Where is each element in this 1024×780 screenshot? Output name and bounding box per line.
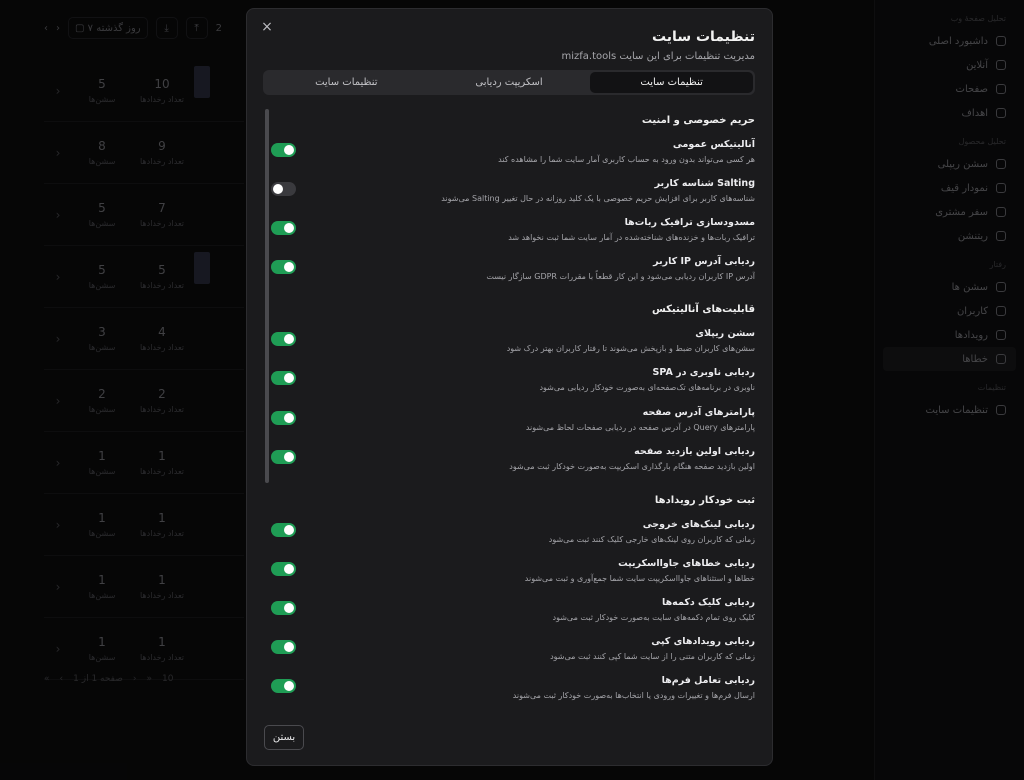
setting-description: اولین بازدید صفحه هنگام بارگذاری اسکریپت… (509, 462, 755, 471)
site-settings-dialog: × تنظیمات سایت مدیریت تنظیمات برای این س… (246, 8, 773, 766)
setting-title: ردیابی اولین بازدید صفحه (634, 446, 755, 457)
setting-row: Salting شناسه کاربر شناسه‌های کاربر برای … (263, 178, 755, 210)
setting-description: سشن‌های کاربران ضبط و بازپخش می‌شوند تا … (506, 344, 755, 353)
toggle-knob (284, 413, 294, 423)
setting-row: ردیابی رویدادهای کپی زمانی که کاربران متن… (263, 636, 755, 668)
toggle-knob (284, 681, 294, 691)
setting-title: ردیابی ناوبری در SPA (652, 367, 755, 378)
section-title: ثبت خودکار رویدادها (654, 495, 755, 506)
setting-title: آنالیتیکس عمومی (672, 139, 755, 150)
setting-row: پارامترهای آدرس صفحه پارامترهای Query در … (263, 407, 755, 439)
toggle-knob (284, 373, 294, 383)
setting-toggle[interactable] (271, 143, 296, 157)
tab-tracking-script[interactable]: اسکریپت ردیابی (428, 72, 591, 93)
setting-description: آدرس IP کاربران ردیابی می‌شود و این کار … (486, 272, 755, 281)
setting-title: مسدودسازی ترافیک ربات‌ها (624, 217, 755, 228)
setting-toggle[interactable] (271, 182, 296, 196)
tab-site-settings[interactable]: تنظیمات سایت (590, 72, 753, 93)
setting-toggle[interactable] (271, 411, 296, 425)
setting-toggle[interactable] (271, 332, 296, 346)
toggle-knob (284, 452, 294, 462)
setting-toggle[interactable] (271, 640, 296, 654)
setting-description: زمانی که کاربران متنی را از سایت شما کپی… (550, 652, 755, 661)
setting-title: پارامترهای آدرس صفحه (642, 407, 755, 418)
setting-description: ناوبری در برنامه‌های تک‌صفحه‌ای به‌صورت … (539, 383, 755, 392)
toggle-knob (284, 145, 294, 155)
setting-toggle[interactable] (271, 679, 296, 693)
setting-description: کلیک روی تمام دکمه‌های سایت به‌صورت خودک… (552, 613, 755, 622)
setting-description: پارامترهای Query در آدرس صفحه در ردیابی … (525, 423, 755, 432)
setting-description: ارسال فرم‌ها و تغییرات ورودی یا انتخاب‌ه… (512, 691, 755, 700)
setting-toggle[interactable] (271, 260, 296, 274)
setting-row: ردیابی تعامل فرم‌ها ارسال فرم‌ها و تغییرا… (263, 675, 755, 705)
setting-title: سشن ریپلای (695, 328, 755, 339)
setting-title: ردیابی آدرس IP کاربر (653, 256, 755, 267)
setting-title: Salting شناسه کاربر (654, 178, 755, 189)
toggle-knob (284, 603, 294, 613)
setting-description: شناسه‌های کاربر برای افزایش حریم خصوصی ب… (441, 194, 755, 203)
setting-row: ردیابی لینک‌های خروجی زمانی که کاربران رو… (263, 519, 755, 551)
setting-title: ردیابی رویدادهای کپی (651, 636, 755, 647)
toggle-knob (284, 564, 294, 574)
setting-row: آنالیتیکس عمومی هر کسی می‌تواند بدون ورود… (263, 139, 755, 171)
tab-site-settings-2[interactable]: تنظیمات سایت (265, 72, 428, 93)
toggle-knob (284, 262, 294, 272)
toggle-knob (273, 184, 283, 194)
setting-description: ترافیک ربات‌ها و خزنده‌های شناخته‌شده در… (508, 233, 755, 242)
setting-description: زمانی که کاربران روی لینک‌های خارجی کلیک… (548, 535, 755, 544)
setting-row: سشن ریپلای سشن‌های کاربران ضبط و بازپخش م… (263, 328, 755, 360)
setting-row: ردیابی کلیک دکمه‌ها کلیک روی تمام دکمه‌ها… (263, 597, 755, 629)
section-title: قابلیت‌های آنالیتیکس (651, 304, 755, 315)
setting-row: ردیابی ناوبری در SPA ناوبری در برنامه‌های… (263, 367, 755, 399)
setting-toggle[interactable] (271, 221, 296, 235)
setting-row: مسدودسازی ترافیک ربات‌ها ترافیک ربات‌ها و… (263, 217, 755, 249)
close-icon[interactable]: × (259, 19, 275, 35)
settings-tabs: تنظیمات سایت اسکریپت ردیابی تنظیمات سایت (263, 70, 755, 95)
setting-toggle[interactable] (271, 450, 296, 464)
setting-row: ردیابی آدرس IP کاربر آدرس IP کاربران ردیا… (263, 256, 755, 288)
settings-scroll-area[interactable]: حریم خصوصی و امنیت آنالیتیکس عمومی هر کسی … (263, 105, 755, 705)
dialog-title: تنظیمات سایت (651, 29, 755, 45)
toggle-knob (284, 642, 294, 652)
setting-title: ردیابی کلیک دکمه‌ها (662, 597, 755, 608)
setting-row: ردیابی اولین بازدید صفحه اولین بازدید صفح… (263, 446, 755, 478)
setting-title: ردیابی لینک‌های خروجی (642, 519, 755, 530)
setting-toggle[interactable] (271, 523, 296, 537)
setting-toggle[interactable] (271, 371, 296, 385)
setting-title: ردیابی خطاهای جاوااسکریپت (618, 558, 755, 569)
setting-title: ردیابی تعامل فرم‌ها (661, 675, 755, 686)
setting-description: خطاها و استثناهای جاوااسکریپت سایت شما ج… (524, 574, 755, 583)
setting-toggle[interactable] (271, 562, 296, 576)
toggle-knob (284, 223, 294, 233)
section-title: حریم خصوصی و امنیت (641, 115, 755, 126)
close-button[interactable]: بستن (264, 725, 304, 750)
toggle-knob (284, 334, 294, 344)
dialog-subtitle: مدیریت تنظیمات برای این سایت mizfa.tools (561, 51, 755, 62)
setting-description: هر کسی می‌تواند بدون ورود به حساب کاربری… (498, 155, 755, 164)
setting-toggle[interactable] (271, 601, 296, 615)
toggle-knob (284, 525, 294, 535)
setting-row: ردیابی خطاهای جاوااسکریپت خطاها و استثناه… (263, 558, 755, 590)
